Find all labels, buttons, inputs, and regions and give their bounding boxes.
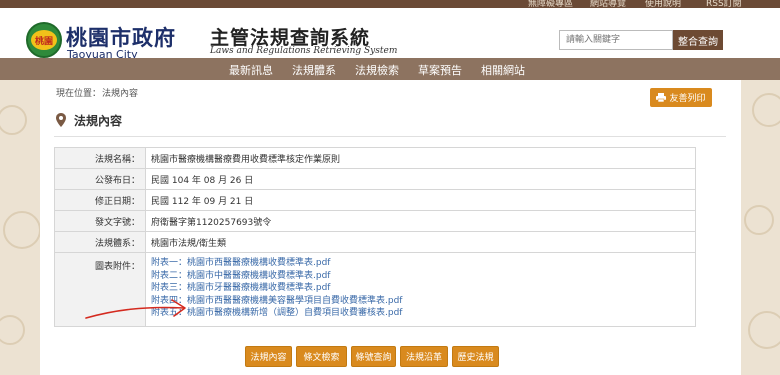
main-content: 現在位置： 法規內容 友善列印 法規內容 法規名稱： 桃園市醫療機構醫療費用收費… (40, 80, 741, 375)
breadcrumb-label: 現在位置： (56, 89, 102, 99)
right-floral-decoration (744, 93, 780, 349)
table-row: 發文字號： 府衛醫字第1120257693號令 (54, 210, 696, 232)
site-subtitle: Laws and Regulations Retrieving System (210, 46, 398, 56)
attachment-link-1[interactable]: 附表一：桃園市西醫醫療機構收費標準表.pdf (151, 257, 690, 270)
seal-text: 桃園 (31, 30, 57, 50)
row-key: 法規體系： (54, 231, 146, 253)
main-nav: 最新訊息 法規體系 法規檢索 草案預告 相關網站 (0, 58, 780, 80)
table-row: 修正日期： 民國 112 年 09 月 21 日 (54, 189, 696, 211)
section-header: 法規內容 (54, 109, 726, 131)
printer-icon (656, 93, 667, 102)
nav-item-links[interactable]: 相關網站 (481, 62, 525, 78)
handdrawn-arrow-annotation (85, 299, 186, 319)
print-button-label: 友善列印 (669, 94, 706, 104)
action-button-row: 法規內容 條文檢索 條號查詢 法規沿革 歷史法規 (245, 346, 499, 367)
section-divider (54, 136, 726, 137)
regulation-history-button[interactable]: 法規沿革 (400, 346, 448, 367)
regulation-content-button[interactable]: 法規內容 (245, 346, 292, 367)
attachment-link-5[interactable]: 附表五：桃園市醫療機構新增（調整）自費項目收費審核表.pdf (151, 307, 690, 320)
city-seal-logo[interactable]: 桃園 (26, 22, 62, 58)
left-floral-decoration (0, 105, 40, 345)
row-key: 法規名稱： (54, 147, 146, 169)
table-row: 法規體系： 桃園市法規/衛生類 (54, 231, 696, 253)
promulgation-date: 民國 104 年 08 月 26 日 (145, 168, 696, 190)
breadcrumb-current: 法規內容 (102, 89, 139, 99)
nav-item-drafts[interactable]: 草案預告 (418, 62, 462, 78)
article-number-query-button[interactable]: 條號查詢 (351, 346, 396, 367)
attachment-list: 附表一：桃園市西醫醫療機構收費標準表.pdf 附表二：桃園市中醫醫療機構收費標準… (145, 252, 696, 327)
article-search-button[interactable]: 條文檢索 (296, 346, 347, 367)
attachment-link-4[interactable]: 附表四：桃園市西醫醫療機構美容醫學項目自費收費標準表.pdf (151, 295, 690, 308)
document-number: 府衛醫字第1120257693號令 (145, 210, 696, 232)
top-utility-bar: 無障礙專區 網站導覽 使用說明 RSS訂閱 (0, 0, 780, 9)
historical-regulations-button[interactable]: 歷史法規 (452, 346, 499, 367)
regulation-category: 桃園市法規/衛生類 (145, 231, 696, 253)
amendment-date: 民國 112 年 09 月 21 日 (145, 189, 696, 211)
nav-item-system[interactable]: 法規體系 (292, 62, 336, 78)
location-pin-icon (56, 113, 66, 127)
regulation-name: 桃園市醫療機構醫療費用收費標準核定作業原則 (145, 147, 696, 169)
row-key: 公發布日： (54, 168, 146, 190)
table-row: 法規名稱： 桃園市醫療機構醫療費用收費標準核定作業原則 (54, 147, 696, 169)
table-row: 公發布日： 民國 104 年 08 月 26 日 (54, 168, 696, 190)
nav-item-news[interactable]: 最新訊息 (229, 62, 273, 78)
nav-item-search[interactable]: 法規檢索 (355, 62, 399, 78)
section-title: 法規內容 (74, 114, 123, 128)
integrated-search-button[interactable]: 整合查詢 (673, 30, 723, 50)
row-key: 修正日期： (54, 189, 146, 211)
attachment-link-2[interactable]: 附表二：桃園市中醫醫療機構收費標準表.pdf (151, 270, 690, 283)
attachment-link-3[interactable]: 附表三：桃園市牙醫醫療機構收費標準表.pdf (151, 282, 690, 295)
keyword-search-input[interactable] (559, 30, 673, 50)
friendly-print-button[interactable]: 友善列印 (650, 88, 712, 107)
row-key: 發文字號： (54, 210, 146, 232)
site-header: 桃園 桃園市政府 Taoyuan City 主管法規查詢系統 Laws and … (0, 8, 780, 61)
